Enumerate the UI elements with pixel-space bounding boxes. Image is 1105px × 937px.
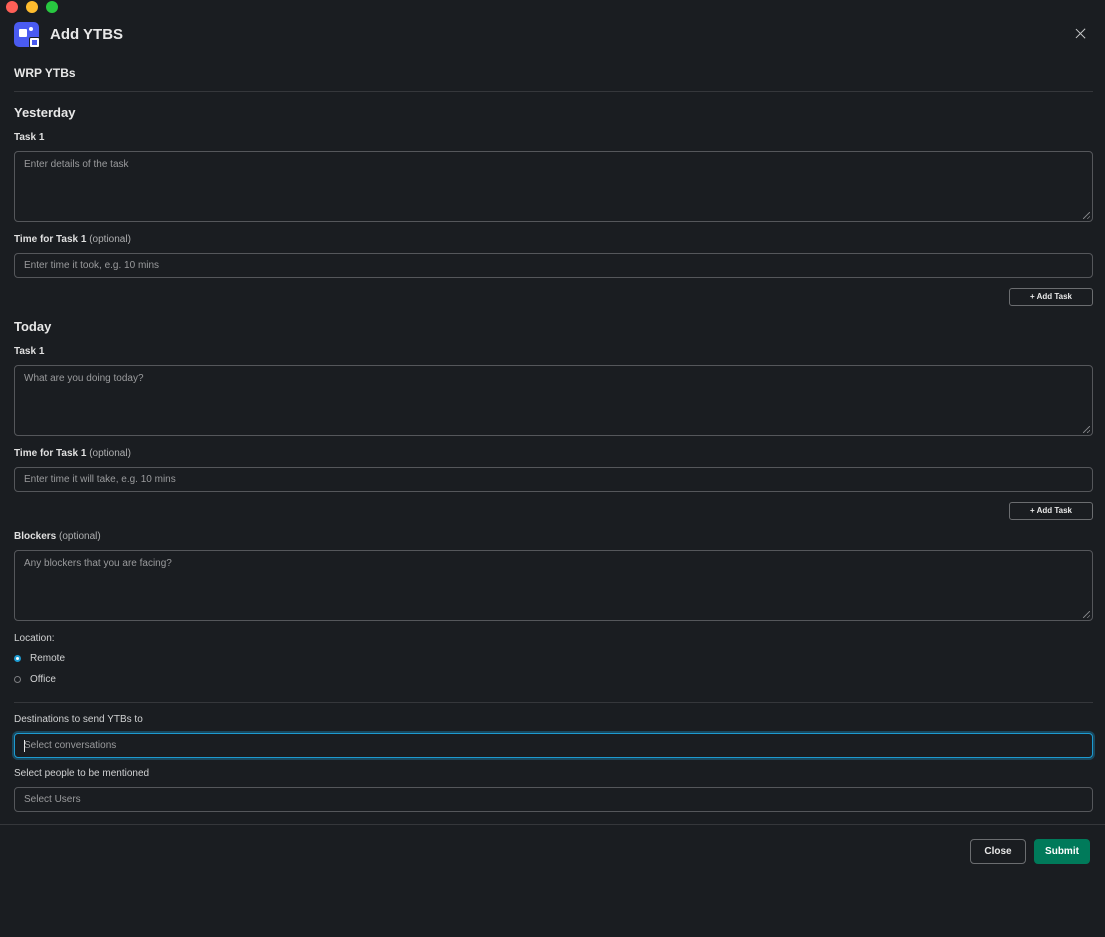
mentions-placeholder: Select Users	[24, 794, 81, 805]
yesterday-heading: Yesterday	[14, 105, 76, 120]
today-heading: Today	[14, 319, 52, 334]
today-time-label-text: Time for Task 1	[14, 448, 87, 459]
blockers-label-text: Blockers	[14, 531, 57, 542]
blockers-optional: (optional)	[59, 531, 101, 542]
close-button[interactable]: Close	[970, 839, 1026, 864]
resize-handle-icon[interactable]	[1083, 212, 1090, 219]
yesterday-time-label: Time for Task 1 (optional)	[14, 234, 131, 245]
mentions-select[interactable]: Select Users	[14, 787, 1093, 812]
location-option-label: Remote	[30, 653, 66, 664]
yesterday-task-placeholder: Enter details of the task	[24, 159, 129, 170]
section-divider	[14, 91, 1093, 92]
destinations-placeholder: Select conversations	[24, 740, 117, 751]
yesterday-time-placeholder: Enter time it took, e.g. 10 mins	[24, 260, 160, 271]
yesterday-time-label-text: Time for Task 1	[14, 234, 87, 245]
radio-unchecked-icon[interactable]	[14, 676, 21, 683]
maximize-window-button[interactable]	[46, 1, 58, 13]
window-controls	[6, 1, 58, 13]
yesterday-time-input[interactable]: Enter time it took, e.g. 10 mins	[14, 253, 1093, 278]
yesterday-add-task-button[interactable]: + Add Task	[1009, 288, 1093, 306]
location-label: Location:	[14, 633, 55, 644]
app-logo-icon	[14, 21, 40, 48]
section-title: WRP YTBs	[14, 66, 76, 80]
blockers-label: Blockers (optional)	[14, 531, 101, 542]
close-icon[interactable]	[1071, 24, 1091, 44]
minimize-window-button[interactable]	[26, 1, 38, 13]
section-divider	[14, 702, 1093, 703]
today-task-placeholder: What are you doing today?	[24, 373, 144, 384]
yesterday-task-textarea[interactable]: Enter details of the task	[14, 151, 1093, 222]
today-task-label: Task 1	[14, 346, 45, 357]
today-time-input[interactable]: Enter time it will take, e.g. 10 mins	[14, 467, 1093, 492]
resize-handle-icon[interactable]	[1083, 426, 1090, 433]
resize-handle-icon[interactable]	[1083, 611, 1090, 618]
location-option-remote[interactable]: Remote	[14, 653, 65, 664]
today-time-label: Time for Task 1 (optional)	[14, 448, 131, 459]
location-option-label: Office	[30, 674, 56, 685]
radio-checked-icon[interactable]	[14, 655, 21, 662]
yesterday-task-label: Task 1	[14, 132, 45, 143]
footer-divider	[0, 824, 1105, 825]
today-add-task-button[interactable]: + Add Task	[1009, 502, 1093, 520]
mentions-label: Select people to be mentioned	[14, 768, 150, 779]
modal-title: Add YTBS	[50, 25, 124, 43]
today-task-textarea[interactable]: What are you doing today?	[14, 365, 1093, 436]
yesterday-time-optional: (optional)	[89, 234, 131, 245]
modal-header: Add YTBS	[14, 20, 1091, 48]
location-option-office[interactable]: Office	[14, 674, 56, 685]
destinations-select[interactable]: Select conversations	[14, 733, 1093, 758]
today-time-optional: (optional)	[89, 448, 131, 459]
close-window-button[interactable]	[6, 1, 18, 13]
today-time-placeholder: Enter time it will take, e.g. 10 mins	[24, 474, 176, 485]
blockers-placeholder: Any blockers that you are facing?	[24, 558, 172, 569]
destinations-label: Destinations to send YTBs to	[14, 714, 143, 725]
blockers-textarea[interactable]: Any blockers that you are facing?	[14, 550, 1093, 621]
submit-button[interactable]: Submit	[1034, 839, 1090, 864]
